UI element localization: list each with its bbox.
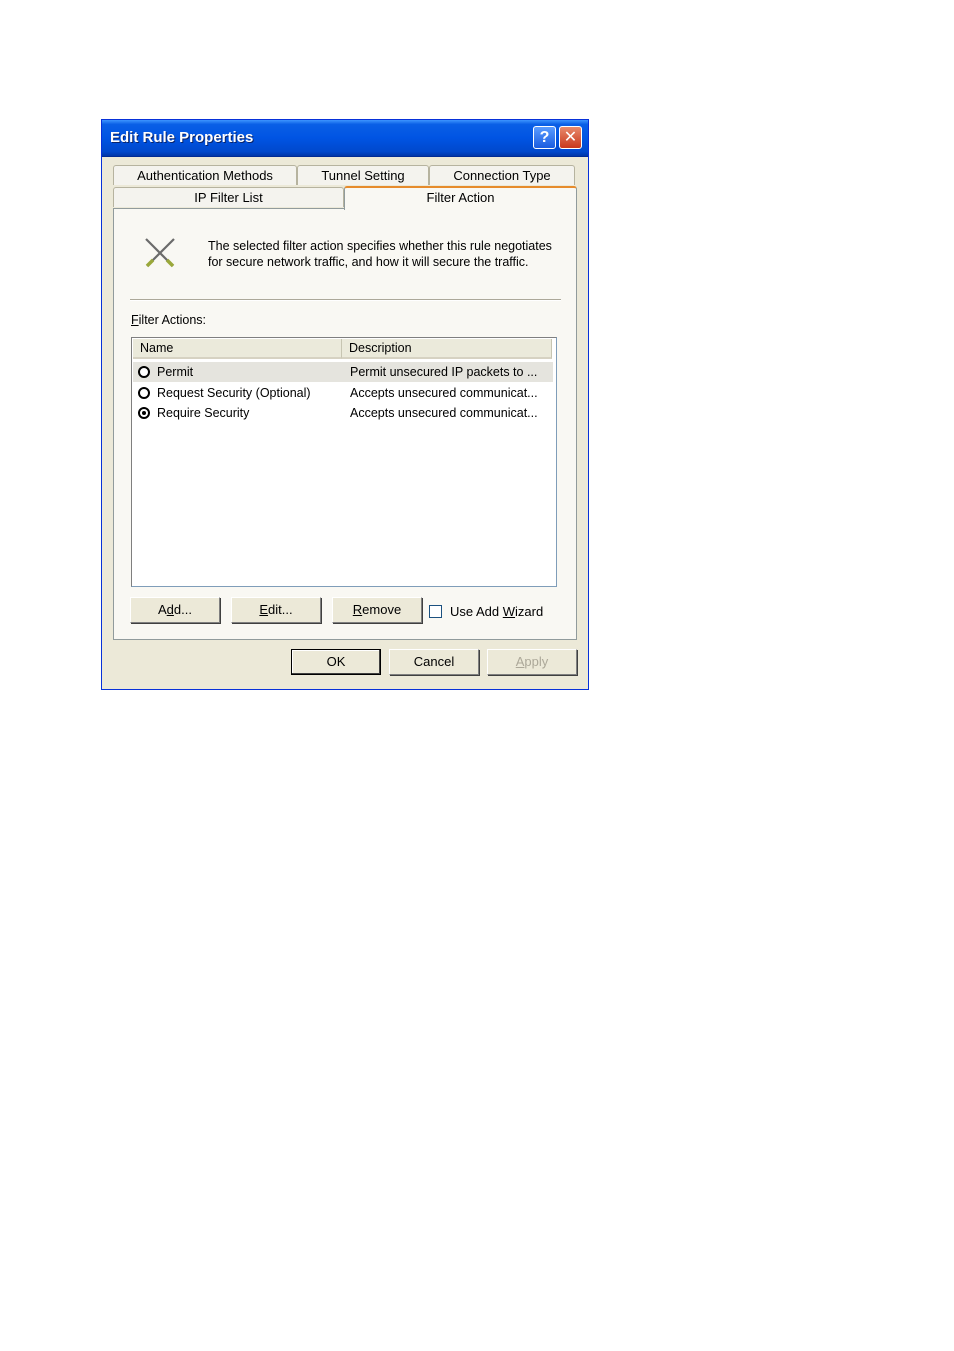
cancel-button[interactable]: Cancel [389,649,479,675]
tab-ip-filter-list[interactable]: IP Filter List [113,187,344,207]
item-name: Permit [157,365,194,379]
use-add-wizard-checkbox[interactable] [429,605,442,618]
item-description: Permit unsecured IP packets to ... [350,365,538,379]
use-add-wizard-label[interactable]: Use Add Wizard [450,604,543,619]
item-description: Accepts unsecured communicat... [350,406,538,420]
item-name: Require Security [157,406,250,420]
edit-rule-properties-dialog: Edit Rule Properties ? ✕ Authentication … [101,119,589,690]
ok-button[interactable]: OK [291,649,381,675]
list-item-permit[interactable]: Permit Permit unsecured IP packets to ..… [133,362,553,382]
tab-filter-action[interactable]: Filter Action [344,186,577,210]
list-header: Name Description [133,339,555,359]
dialog-title: Edit Rule Properties [110,129,254,146]
help-button[interactable]: ? [533,126,556,149]
remove-button[interactable]: Remove [332,597,422,623]
help-icon: ? [539,129,550,146]
tab-label: IP Filter List [194,190,263,205]
column-header-name[interactable]: Name [133,339,342,359]
info-line: for secure network traffic, and how it w… [208,255,529,269]
info-line: The selected filter action specifies whe… [208,239,552,253]
filter-actions-list[interactable]: Name Description Permit Permit unsecured… [131,337,557,587]
radio-request-security[interactable] [138,387,150,399]
filter-actions-label: Filter Actions: [131,313,207,327]
add-button[interactable]: Add... [130,597,220,623]
crossed-tools-icon [145,238,175,268]
filter-action-panel: The selected filter action specifies whe… [113,208,577,640]
tab-tunnel-setting[interactable]: Tunnel Setting [297,165,429,185]
column-header-description[interactable]: Description [342,339,552,359]
title-bar[interactable]: Edit Rule Properties ? ✕ [102,120,588,157]
close-icon: ✕ [563,129,578,146]
separator [130,299,561,301]
item-name: Request Security (Optional) [157,386,311,400]
tab-authentication-methods[interactable]: Authentication Methods [113,165,297,185]
list-item-require-security[interactable]: Require Security Accepts unsecured commu… [133,403,553,423]
radio-permit[interactable] [138,366,150,378]
tab-connection-type[interactable]: Connection Type [429,165,575,185]
info-description: The selected filter action specifies whe… [208,238,568,270]
tab-label: Tunnel Setting [321,168,405,183]
list-item-request-security[interactable]: Request Security (Optional) Accepts unse… [133,383,553,403]
close-button[interactable]: ✕ [559,126,582,149]
tab-label: Connection Type [453,168,551,183]
tab-label: Authentication Methods [137,168,273,183]
edit-button[interactable]: Edit... [231,597,321,623]
apply-button[interactable]: Apply [487,649,577,675]
item-description: Accepts unsecured communicat... [350,386,538,400]
tab-label: Filter Action [426,190,495,205]
radio-require-security[interactable] [138,407,150,419]
